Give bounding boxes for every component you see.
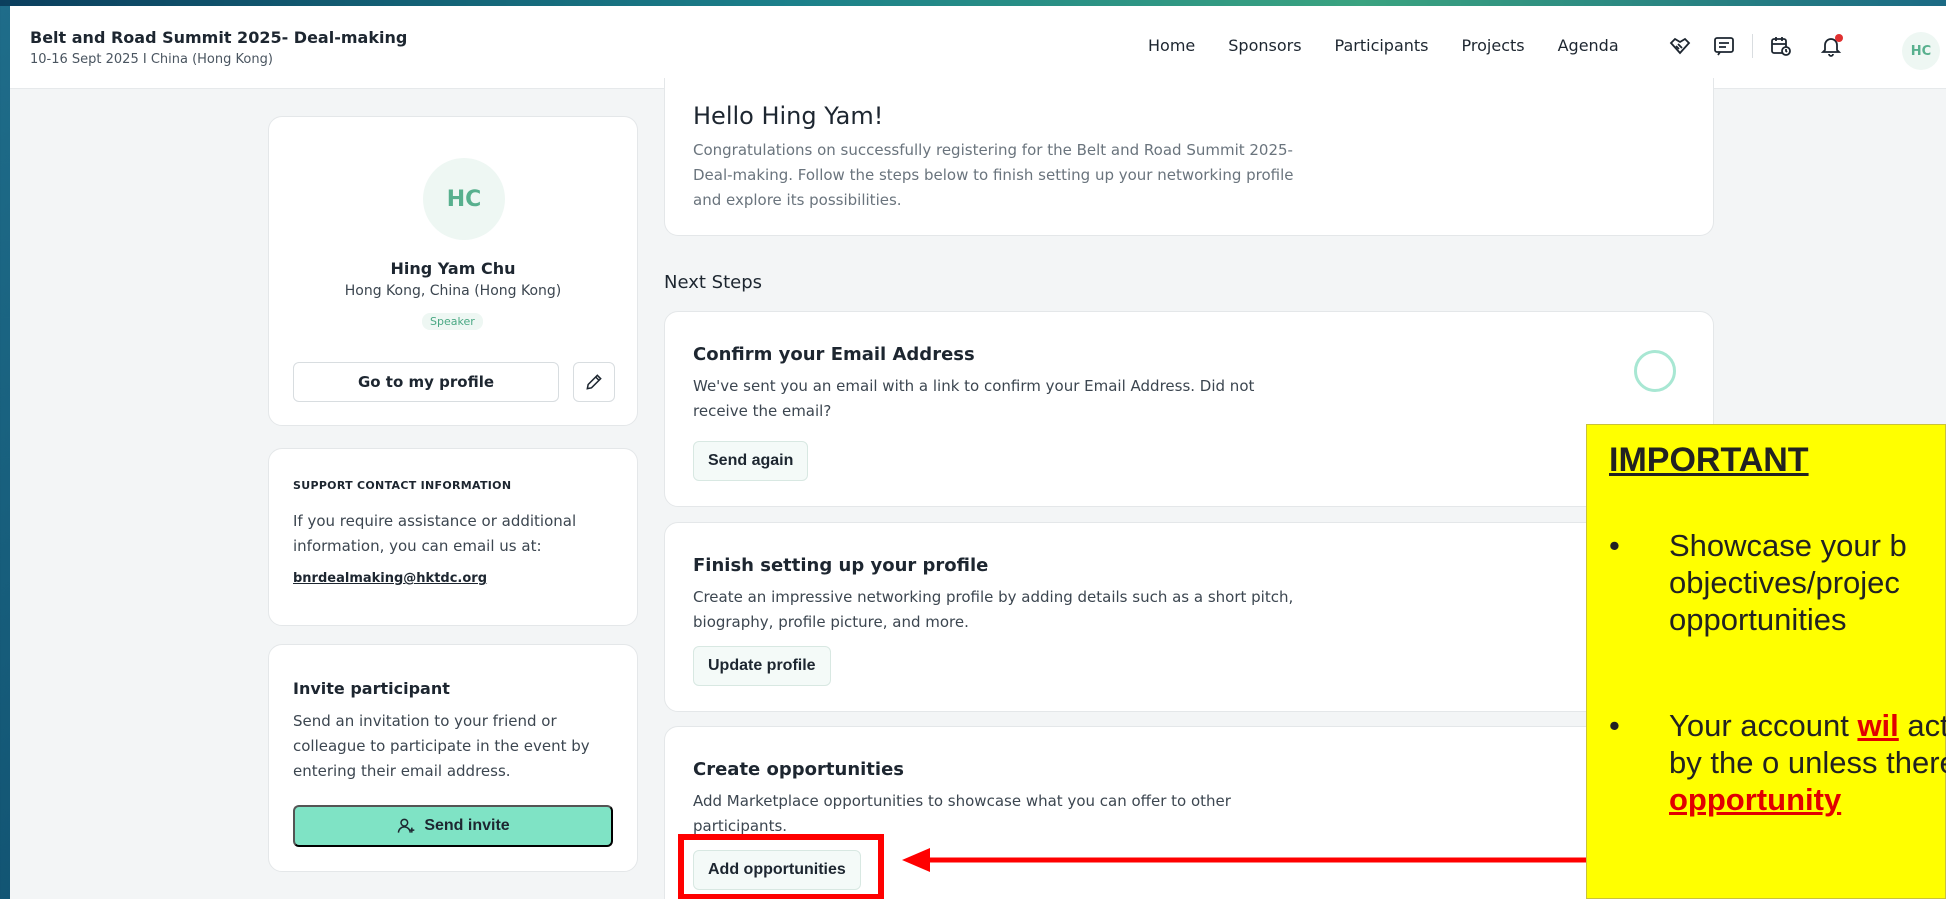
user-avatar[interactable]: HC (1902, 32, 1940, 70)
support-card: SUPPORT CONTACT INFORMATION If you requi… (268, 448, 638, 626)
invite-heading: Invite participant (293, 679, 450, 698)
important-note: IMPORTANT • Showcase your b objectives/p… (1586, 424, 1946, 899)
support-text: If you require assistance or additional … (293, 512, 577, 555)
profile-name: Hing Yam Chu (390, 259, 516, 278)
nav-agenda[interactable]: Agenda (1558, 36, 1619, 55)
nav-sponsors[interactable]: Sponsors (1228, 36, 1301, 55)
notification-dot (1835, 34, 1843, 42)
send-invite-button[interactable]: Send invite (293, 805, 613, 847)
step-confirm-email: Confirm your Email Address We've sent yo… (664, 311, 1714, 507)
welcome-card: Hello Hing Yam! Congratulations on succe… (664, 78, 1714, 236)
note-point-1-text: Showcase your b objectives/projec opport… (1669, 528, 1907, 637)
nav-participants[interactable]: Participants (1335, 36, 1429, 55)
header-divider (1752, 34, 1753, 58)
pencil-icon (586, 374, 602, 390)
send-again-button[interactable]: Send again (693, 441, 809, 481)
bullet: • (1609, 708, 1620, 743)
event-subtitle: 10-16 Sept 2025 I China (Hong Kong) (30, 52, 273, 67)
nav-projects[interactable]: Projects (1462, 36, 1525, 55)
invite-card: Invite participant Send an invitation to… (268, 644, 638, 872)
edit-profile-button[interactable] (573, 362, 615, 402)
send-invite-label: Send invite (424, 817, 510, 834)
welcome-greeting: Hello Hing Yam! (693, 102, 884, 130)
handshake-icon[interactable] (1666, 32, 1694, 60)
support-heading: SUPPORT CONTACT INFORMATION (293, 479, 512, 492)
red-arrow (902, 848, 1590, 872)
invite-text: Send an invitation to your friend or col… (293, 712, 590, 780)
event-title: Belt and Road Summit 2025- Deal-making (30, 28, 408, 47)
note-heading: IMPORTANT (1609, 441, 1809, 479)
role-badge: Speaker (422, 313, 483, 330)
step-text: Add Marketplace opportunities to showcas… (693, 792, 1231, 835)
step-title: Create opportunities (693, 759, 904, 780)
chat-icon[interactable] (1710, 32, 1738, 60)
step-profile-setup: Finish setting up your profile Create an… (664, 522, 1714, 712)
nav-home[interactable]: Home (1148, 36, 1195, 55)
note-emphasis: wil (1857, 708, 1899, 743)
top-header: Belt and Road Summit 2025- Deal-making 1… (10, 6, 1946, 89)
step-text: We've sent you an email with a link to c… (693, 377, 1255, 420)
highlight-box (678, 834, 884, 899)
calendar-clock-icon[interactable] (1767, 32, 1795, 60)
bell-icon[interactable] (1817, 32, 1845, 60)
profile-avatar: HC (423, 158, 505, 240)
profile-location: Hong Kong, China (Hong Kong) (344, 283, 562, 299)
bullet: • (1609, 528, 1620, 563)
add-user-icon (398, 818, 415, 833)
go-to-profile-button[interactable]: Go to my profile (293, 362, 559, 402)
main-nav: Home Sponsors Participants Projects Agen… (1148, 36, 1619, 55)
profile-card: HC Hing Yam Chu Hong Kong, China (Hong K… (268, 116, 638, 426)
note-emphasis: opportunity (1669, 782, 1842, 817)
welcome-text: Congratulations on successfully register… (693, 141, 1294, 209)
step-title: Finish setting up your profile (693, 555, 989, 576)
header-icons (1666, 32, 1845, 60)
status-circle-icon (1634, 350, 1676, 392)
note-text-part: Your account (1669, 708, 1858, 743)
next-steps-title: Next Steps (664, 272, 763, 293)
support-email-link[interactable]: bnrdealmaking@hktdc.org (293, 571, 487, 586)
step-title: Confirm your Email Address (693, 344, 975, 365)
update-profile-button[interactable]: Update profile (693, 646, 831, 686)
note-point-2-text: Your account wil activated by the o unle… (1669, 707, 1946, 818)
step-text: Create an impressive networking profile … (693, 588, 1294, 631)
